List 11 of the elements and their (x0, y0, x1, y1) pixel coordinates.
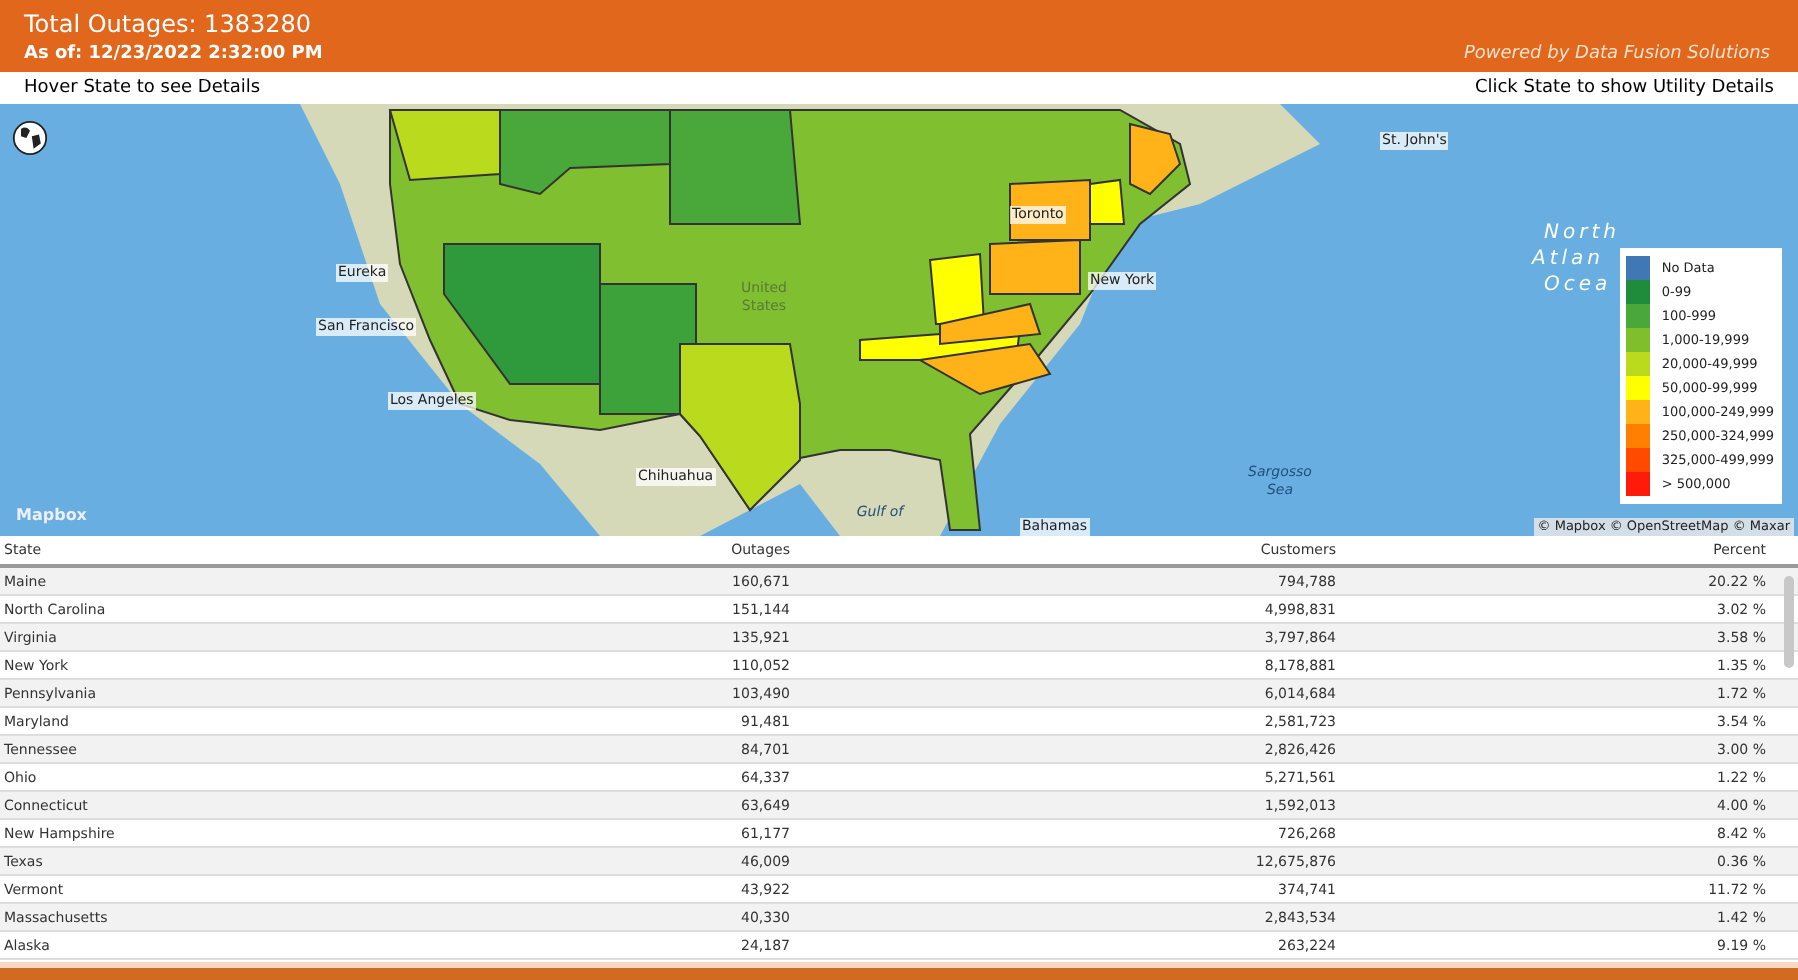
powered-by-text: Powered by Data Fusion Solutions (1463, 42, 1770, 66)
map-place-label: North (1544, 220, 1620, 246)
globe-icon[interactable] (12, 120, 48, 156)
map-place-label: Atlan (1532, 246, 1605, 272)
map-place-label: Ocea (1544, 272, 1612, 298)
total-outages-title: Total Outages: 1383280 (24, 8, 314, 42)
scrollbar-thumb[interactable] (1784, 576, 1794, 668)
hover-hint: Hover State to see Details (24, 78, 261, 98)
as-of-timestamp: As of: 12/23/2022 2:32:00 PM (24, 42, 323, 66)
click-hint: Click State to show Utility Details (1474, 78, 1774, 98)
us-map-drawing[interactable] (300, 104, 1320, 536)
